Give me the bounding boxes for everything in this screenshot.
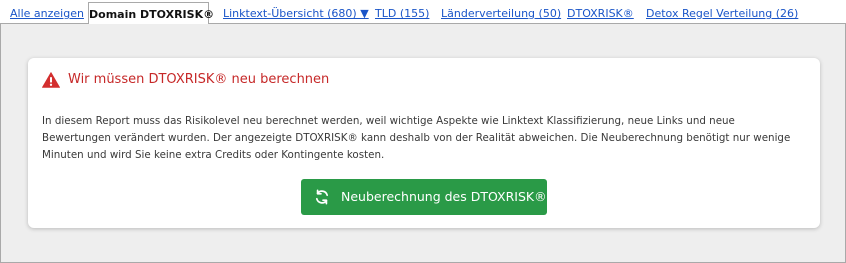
tab-tld[interactable]: TLD (155) xyxy=(375,7,429,20)
recalculate-button-label: Neuberechnung des DTOXRISK® xyxy=(341,189,547,204)
tab-detox-rule-distribution[interactable]: Detox Regel Verteilung (26) xyxy=(646,7,798,20)
recalculate-dtoxrisk-button[interactable]: Neuberechnung des DTOXRISK® xyxy=(301,179,547,215)
tab-show-all[interactable]: Alle anzeigen xyxy=(10,7,84,20)
warning-icon xyxy=(42,72,60,88)
tab-linktext-overview[interactable]: Linktext-Übersicht (680) ▼ xyxy=(223,7,369,20)
tab-dtoxrisk[interactable]: DTOXRISK® xyxy=(567,7,634,20)
tab-domain-dtoxrisk-label: Domain DTOXRISK® xyxy=(89,8,215,21)
tab-content-panel: Wir müssen DTOXRISK® neu berechnen In di… xyxy=(0,23,846,263)
tab-domain-dtoxrisk[interactable]: Domain DTOXRISK® xyxy=(88,2,214,24)
alert-title: Wir müssen DTOXRISK® neu berechnen xyxy=(68,72,330,87)
tab-country-distribution[interactable]: Länderverteilung (50) xyxy=(441,7,561,20)
alert-description: In diesem Report muss das Risikolevel ne… xyxy=(42,115,791,161)
refresh-icon xyxy=(315,189,329,205)
tab-bar: Alle anzeigen Domain DTOXRISK® Linktext-… xyxy=(0,0,846,24)
recalculation-alert-card: Wir müssen DTOXRISK® neu berechnen In di… xyxy=(28,58,820,228)
